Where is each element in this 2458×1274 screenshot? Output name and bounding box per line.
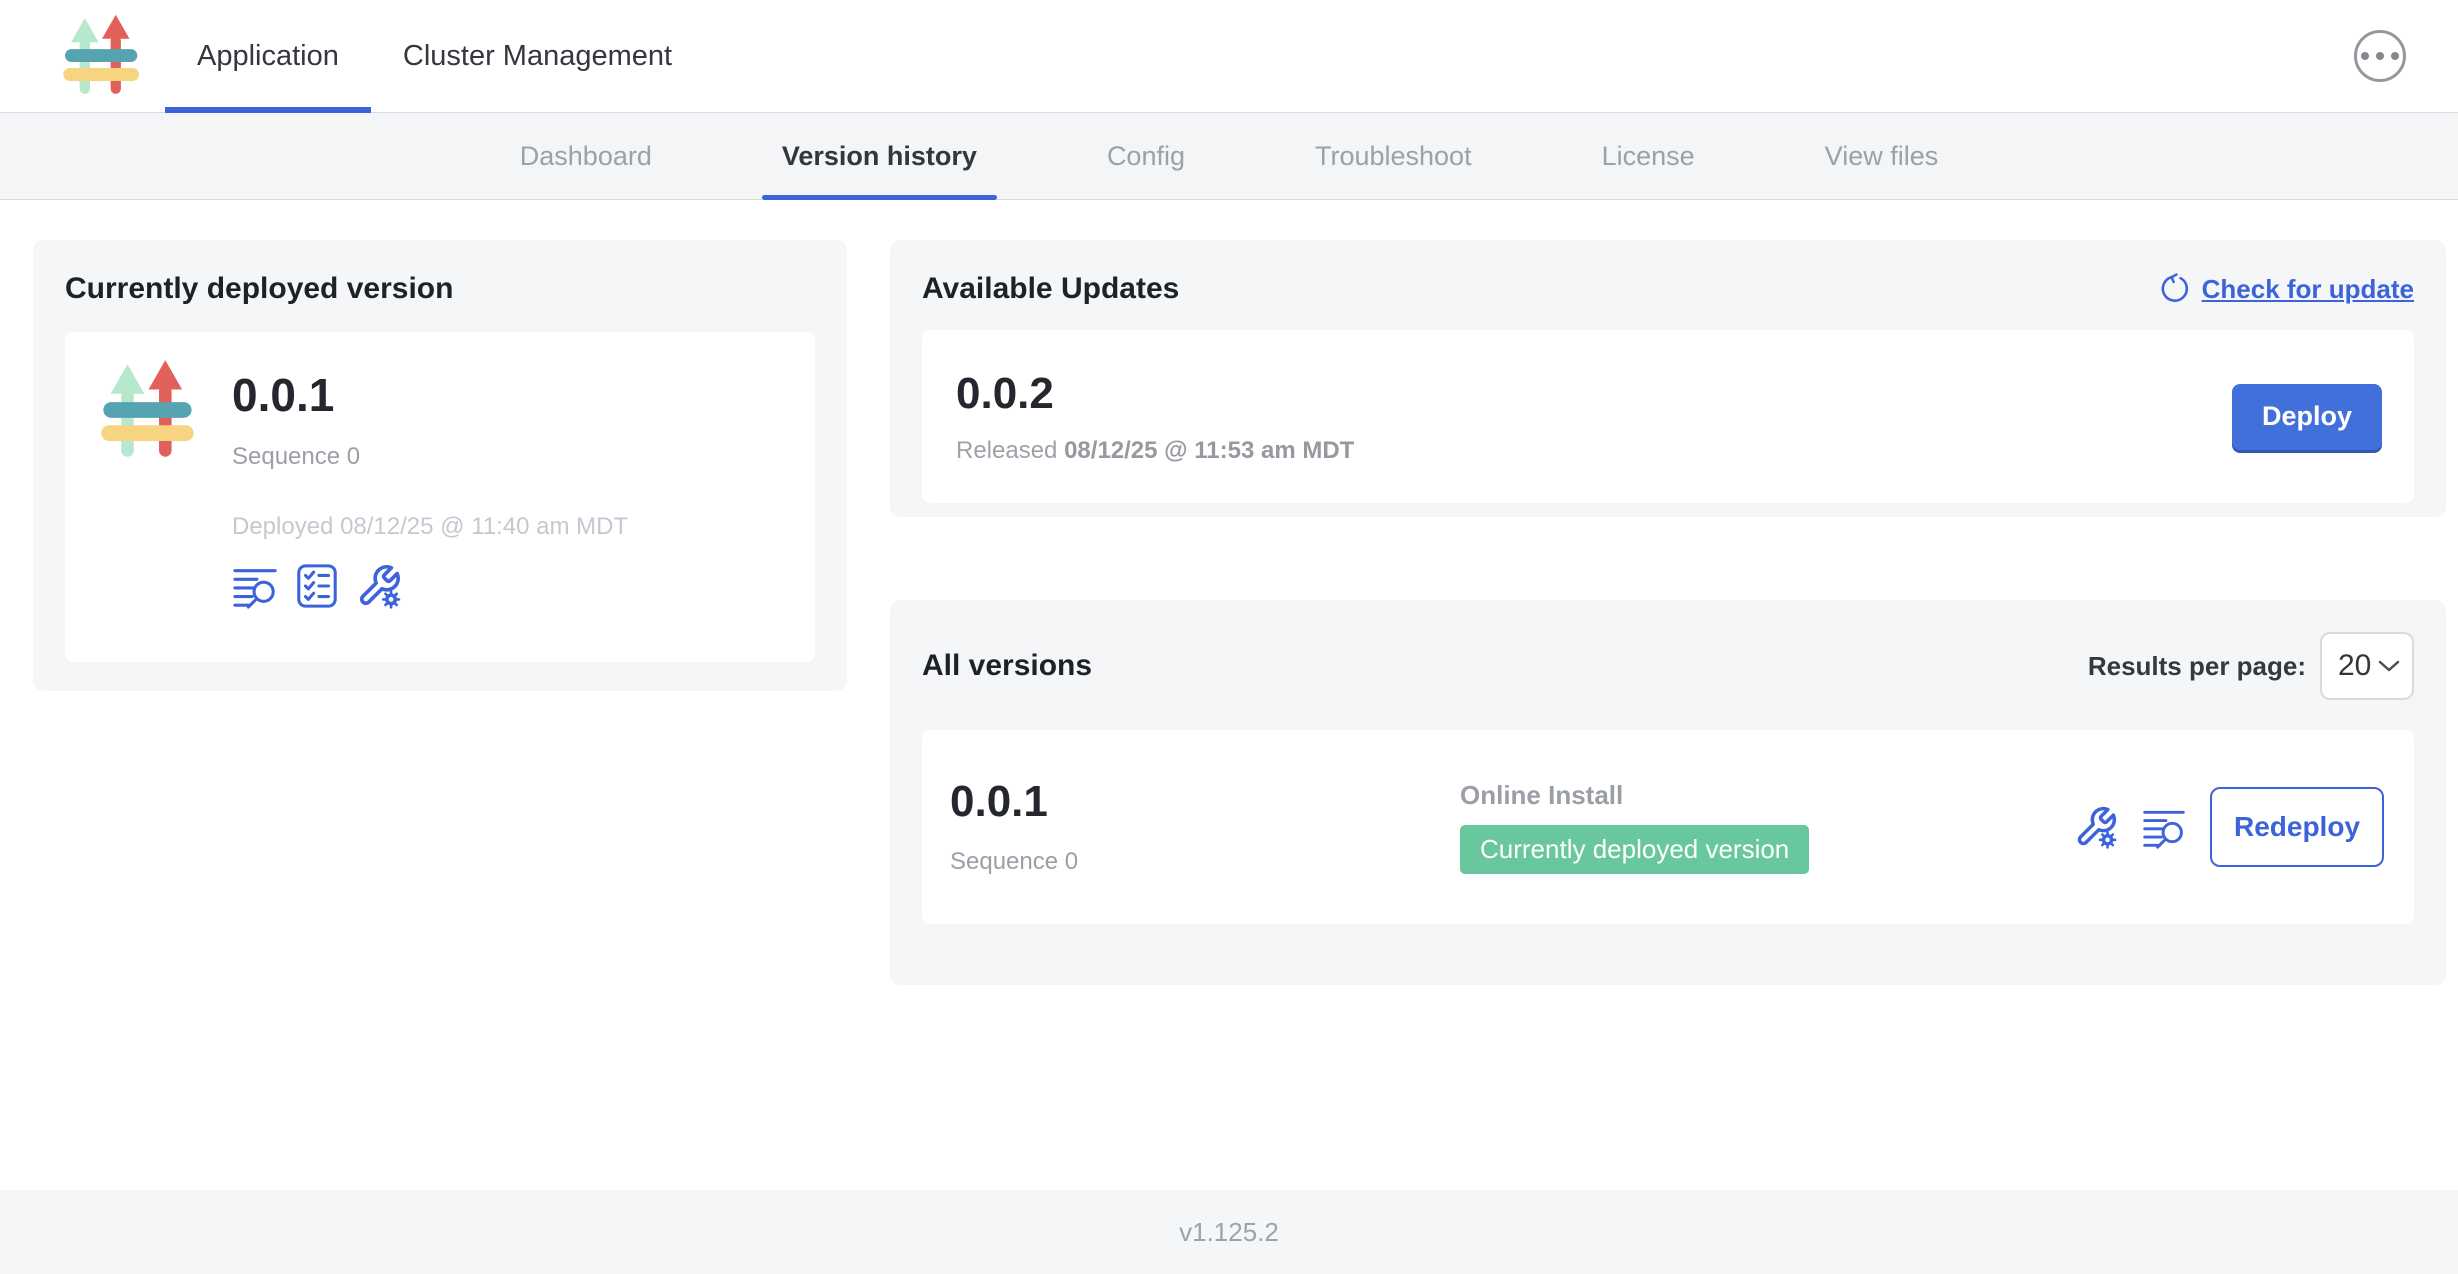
overflow-menu-button[interactable] (2354, 30, 2406, 82)
deployed-version-panel: 0.0.1 Sequence 0 Deployed 08/12/25 @ 11:… (65, 332, 815, 662)
update-version-number: 0.0.2 (956, 369, 1354, 419)
deployed-sequence: Sequence 0 (232, 443, 628, 471)
diff-logs-icon[interactable] (2142, 805, 2186, 849)
preflight-checklist-icon[interactable] (294, 563, 340, 609)
results-per-page-select[interactable]: 20 (2320, 632, 2414, 700)
all-versions-title: All versions (922, 649, 1092, 683)
app-logo (63, 0, 141, 112)
tab-config[interactable]: Config (1087, 113, 1205, 199)
available-updates-title: Available Updates (922, 272, 1179, 306)
diff-logs-icon[interactable] (232, 563, 278, 609)
app-logo (101, 358, 196, 642)
app-logo-icon (101, 358, 196, 463)
row-version-number: 0.0.1 (950, 778, 1460, 826)
main-content: Currently deployed version 0.0.1 Sequenc… (0, 200, 2458, 1190)
config-wrench-icon[interactable] (356, 563, 402, 609)
admin-console: Application Cluster Management Dashboard… (0, 0, 2458, 1274)
row-sequence: Sequence 0 (950, 848, 1460, 876)
tab-version-history[interactable]: Version history (762, 113, 997, 199)
update-released-timestamp: Released 08/12/25 @ 11:53 am MDT (956, 437, 1354, 465)
refresh-icon (2158, 273, 2190, 305)
top-nav-tabs: Application Cluster Management (165, 0, 704, 112)
results-per-page-label: Results per page: (2088, 651, 2306, 682)
check-for-update-link[interactable]: Check for update (2158, 273, 2414, 305)
console-footer: v1.125.2 (0, 1190, 2458, 1274)
deployed-timestamp: Deployed 08/12/25 @ 11:40 am MDT (232, 513, 628, 541)
top-navbar: Application Cluster Management (0, 0, 2458, 113)
tab-view-files[interactable]: View files (1805, 113, 1959, 199)
redeploy-button[interactable]: Redeploy (2210, 787, 2384, 867)
tab-application[interactable]: Application (165, 0, 371, 112)
tab-application-label: Application (197, 40, 339, 73)
all-versions-card: All versions Results per page: 20 0.0.1 … (890, 600, 2446, 985)
currently-deployed-card: Currently deployed version 0.0.1 Sequenc… (33, 240, 847, 691)
tab-license[interactable]: License (1582, 113, 1715, 199)
config-wrench-icon[interactable] (2074, 805, 2118, 849)
install-type-label: Online Install (1460, 780, 2074, 811)
version-row: 0.0.1 Sequence 0 Online Install Currentl… (922, 730, 2414, 924)
ellipsis-icon (2361, 52, 2369, 60)
tab-dashboard[interactable]: Dashboard (500, 113, 672, 199)
app-logo-icon (63, 13, 141, 99)
currently-deployed-badge: Currently deployed version (1460, 825, 1809, 874)
tab-troubleshoot[interactable]: Troubleshoot (1295, 113, 1492, 199)
tab-cluster-management-label: Cluster Management (403, 40, 672, 73)
chevron-down-icon (2378, 659, 2400, 673)
update-row: 0.0.2 Released 08/12/25 @ 11:53 am MDT D… (922, 330, 2414, 503)
deployed-card-title: Currently deployed version (65, 272, 815, 306)
deployed-version-number: 0.0.1 (232, 370, 628, 421)
app-subnav: Dashboard Version history Config Trouble… (0, 113, 2458, 200)
console-version: v1.125.2 (1179, 1217, 1279, 1248)
available-updates-card: Available Updates Check for update 0.0.2… (890, 240, 2446, 517)
tab-cluster-management[interactable]: Cluster Management (371, 0, 704, 112)
deploy-button[interactable]: Deploy (2232, 384, 2382, 450)
